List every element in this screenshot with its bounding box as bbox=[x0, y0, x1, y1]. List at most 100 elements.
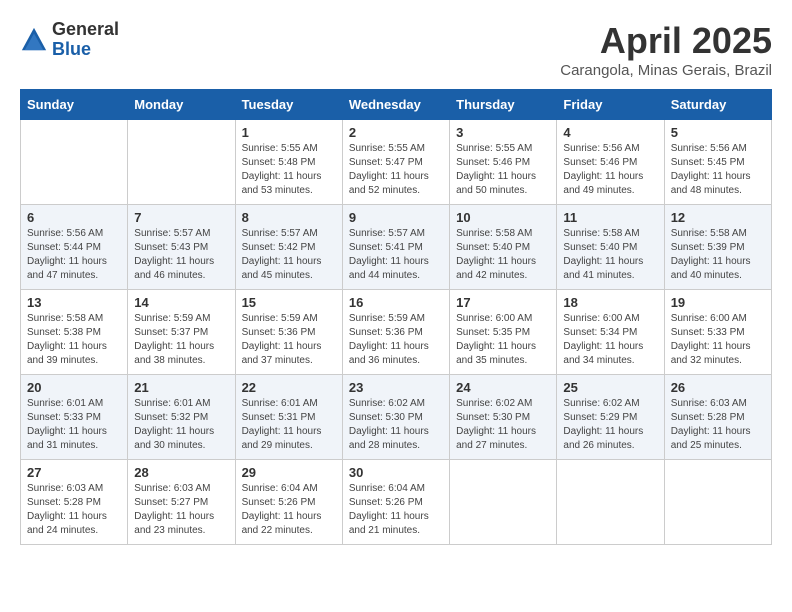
day-detail: Sunrise: 5:58 AM Sunset: 5:40 PM Dayligh… bbox=[456, 227, 551, 283]
calendar-cell: 10 Sunrise: 5:58 AM Sunset: 5:40 PM Dayli… bbox=[450, 205, 557, 290]
day-number: 13 bbox=[27, 295, 122, 310]
calendar-week-5: 27 Sunrise: 6:03 AM Sunset: 5:28 PM Dayli… bbox=[21, 460, 772, 545]
day-number: 25 bbox=[563, 380, 658, 395]
calendar-cell: 13 Sunrise: 5:58 AM Sunset: 5:38 PM Dayli… bbox=[21, 290, 128, 375]
day-detail: Sunrise: 5:56 AM Sunset: 5:44 PM Dayligh… bbox=[27, 227, 122, 283]
calendar-cell: 9 Sunrise: 5:57 AM Sunset: 5:41 PM Daylig… bbox=[342, 205, 449, 290]
day-detail: Sunrise: 5:55 AM Sunset: 5:46 PM Dayligh… bbox=[456, 142, 551, 198]
day-detail: Sunrise: 5:58 AM Sunset: 5:39 PM Dayligh… bbox=[671, 227, 766, 283]
day-number: 11 bbox=[563, 210, 658, 225]
day-detail: Sunrise: 6:00 AM Sunset: 5:34 PM Dayligh… bbox=[563, 312, 658, 368]
day-number: 17 bbox=[456, 295, 551, 310]
calendar-cell: 23Sunrise: 6:02 AM Sunset: 5:30 PM Dayli… bbox=[342, 375, 449, 460]
calendar-table: SundayMondayTuesdayWednesdayThursdayFrid… bbox=[20, 89, 772, 545]
day-detail: Sunrise: 6:02 AM Sunset: 5:30 PM Dayligh… bbox=[456, 397, 551, 453]
calendar-cell: 12 Sunrise: 5:58 AM Sunset: 5:39 PM Dayli… bbox=[664, 205, 771, 290]
calendar-week-3: 13 Sunrise: 5:58 AM Sunset: 5:38 PM Dayli… bbox=[21, 290, 772, 375]
calendar-cell: 3 Sunrise: 5:55 AM Sunset: 5:46 PM Daylig… bbox=[450, 120, 557, 205]
title-block: April 2025 Carangola, Minas Gerais, Braz… bbox=[560, 20, 772, 79]
calendar-week-2: 6 Sunrise: 5:56 AM Sunset: 5:44 PM Daylig… bbox=[21, 205, 772, 290]
header-tuesday: Tuesday bbox=[235, 90, 342, 120]
day-detail: Sunrise: 5:55 AM Sunset: 5:48 PM Dayligh… bbox=[242, 142, 337, 198]
day-number: 28 bbox=[134, 465, 229, 480]
day-detail: Sunrise: 6:00 AM Sunset: 5:33 PM Dayligh… bbox=[671, 312, 766, 368]
calendar-cell bbox=[557, 460, 664, 545]
calendar-cell: 28 Sunrise: 6:03 AM Sunset: 5:27 PM Dayli… bbox=[128, 460, 235, 545]
page-header: General Blue April 2025 Carangola, Minas… bbox=[20, 20, 772, 79]
day-detail: Sunrise: 5:57 AM Sunset: 5:41 PM Dayligh… bbox=[349, 227, 444, 283]
day-number: 27 bbox=[27, 465, 122, 480]
header-sunday: Sunday bbox=[21, 90, 128, 120]
day-number: 26 bbox=[671, 380, 766, 395]
calendar-cell: 1 Sunrise: 5:55 AM Sunset: 5:48 PM Daylig… bbox=[235, 120, 342, 205]
calendar-cell: 29Sunrise: 6:04 AM Sunset: 5:26 PM Dayli… bbox=[235, 460, 342, 545]
logo-text: General Blue bbox=[52, 20, 119, 60]
calendar-week-1: 1 Sunrise: 5:55 AM Sunset: 5:48 PM Daylig… bbox=[21, 120, 772, 205]
calendar-cell: 30Sunrise: 6:04 AM Sunset: 5:26 PM Dayli… bbox=[342, 460, 449, 545]
calendar-cell: 2Sunrise: 5:55 AM Sunset: 5:47 PM Daylig… bbox=[342, 120, 449, 205]
calendar-cell: 20Sunrise: 6:01 AM Sunset: 5:33 PM Dayli… bbox=[21, 375, 128, 460]
calendar-cell: 18 Sunrise: 6:00 AM Sunset: 5:34 PM Dayli… bbox=[557, 290, 664, 375]
calendar-cell: 25 Sunrise: 6:02 AM Sunset: 5:29 PM Dayli… bbox=[557, 375, 664, 460]
calendar-cell: 16 Sunrise: 5:59 AM Sunset: 5:36 PM Dayli… bbox=[342, 290, 449, 375]
calendar-cell: 4Sunrise: 5:56 AM Sunset: 5:46 PM Daylig… bbox=[557, 120, 664, 205]
calendar-header-row: SundayMondayTuesdayWednesdayThursdayFrid… bbox=[21, 90, 772, 120]
header-wednesday: Wednesday bbox=[342, 90, 449, 120]
day-number: 12 bbox=[671, 210, 766, 225]
day-number: 5 bbox=[671, 125, 766, 140]
calendar-cell: 24 Sunrise: 6:02 AM Sunset: 5:30 PM Dayli… bbox=[450, 375, 557, 460]
location-text: Carangola, Minas Gerais, Brazil bbox=[560, 62, 772, 79]
header-friday: Friday bbox=[557, 90, 664, 120]
day-detail: Sunrise: 6:01 AM Sunset: 5:32 PM Dayligh… bbox=[134, 397, 229, 453]
day-detail: Sunrise: 6:03 AM Sunset: 5:28 PM Dayligh… bbox=[671, 397, 766, 453]
day-detail: Sunrise: 6:03 AM Sunset: 5:28 PM Dayligh… bbox=[27, 482, 122, 538]
header-monday: Monday bbox=[128, 90, 235, 120]
calendar-cell bbox=[128, 120, 235, 205]
day-number: 24 bbox=[456, 380, 551, 395]
day-detail: Sunrise: 6:00 AM Sunset: 5:35 PM Dayligh… bbox=[456, 312, 551, 368]
day-detail: Sunrise: 5:58 AM Sunset: 5:40 PM Dayligh… bbox=[563, 227, 658, 283]
calendar-cell bbox=[450, 460, 557, 545]
day-number: 23 bbox=[349, 380, 444, 395]
calendar-cell: 26 Sunrise: 6:03 AM Sunset: 5:28 PM Dayli… bbox=[664, 375, 771, 460]
day-detail: Sunrise: 6:04 AM Sunset: 5:26 PM Dayligh… bbox=[349, 482, 444, 538]
calendar-cell: 5 Sunrise: 5:56 AM Sunset: 5:45 PM Daylig… bbox=[664, 120, 771, 205]
header-thursday: Thursday bbox=[450, 90, 557, 120]
day-number: 7 bbox=[134, 210, 229, 225]
day-detail: Sunrise: 6:03 AM Sunset: 5:27 PM Dayligh… bbox=[134, 482, 229, 538]
day-detail: Sunrise: 5:59 AM Sunset: 5:36 PM Dayligh… bbox=[242, 312, 337, 368]
day-number: 1 bbox=[242, 125, 337, 140]
day-detail: Sunrise: 5:57 AM Sunset: 5:43 PM Dayligh… bbox=[134, 227, 229, 283]
day-detail: Sunrise: 6:01 AM Sunset: 5:33 PM Dayligh… bbox=[27, 397, 122, 453]
day-number: 2 bbox=[349, 125, 444, 140]
day-number: 8 bbox=[242, 210, 337, 225]
day-detail: Sunrise: 5:56 AM Sunset: 5:45 PM Dayligh… bbox=[671, 142, 766, 198]
day-number: 16 bbox=[349, 295, 444, 310]
day-detail: Sunrise: 5:59 AM Sunset: 5:37 PM Dayligh… bbox=[134, 312, 229, 368]
calendar-cell: 17 Sunrise: 6:00 AM Sunset: 5:35 PM Dayli… bbox=[450, 290, 557, 375]
day-number: 29 bbox=[242, 465, 337, 480]
calendar-cell: 15 Sunrise: 5:59 AM Sunset: 5:36 PM Dayli… bbox=[235, 290, 342, 375]
calendar-cell: 14 Sunrise: 5:59 AM Sunset: 5:37 PM Dayli… bbox=[128, 290, 235, 375]
day-detail: Sunrise: 6:02 AM Sunset: 5:29 PM Dayligh… bbox=[563, 397, 658, 453]
calendar-cell: 11 Sunrise: 5:58 AM Sunset: 5:40 PM Dayli… bbox=[557, 205, 664, 290]
month-title: April 2025 bbox=[560, 20, 772, 62]
day-number: 21 bbox=[134, 380, 229, 395]
day-detail: Sunrise: 6:01 AM Sunset: 5:31 PM Dayligh… bbox=[242, 397, 337, 453]
calendar-cell: 21 Sunrise: 6:01 AM Sunset: 5:32 PM Dayli… bbox=[128, 375, 235, 460]
calendar-cell: 6 Sunrise: 5:56 AM Sunset: 5:44 PM Daylig… bbox=[21, 205, 128, 290]
day-number: 22 bbox=[242, 380, 337, 395]
day-number: 15 bbox=[242, 295, 337, 310]
day-detail: Sunrise: 5:58 AM Sunset: 5:38 PM Dayligh… bbox=[27, 312, 122, 368]
day-number: 10 bbox=[456, 210, 551, 225]
day-number: 6 bbox=[27, 210, 122, 225]
calendar-cell: 8Sunrise: 5:57 AM Sunset: 5:42 PM Daylig… bbox=[235, 205, 342, 290]
calendar-cell bbox=[21, 120, 128, 205]
day-number: 18 bbox=[563, 295, 658, 310]
day-number: 9 bbox=[349, 210, 444, 225]
day-detail: Sunrise: 5:59 AM Sunset: 5:36 PM Dayligh… bbox=[349, 312, 444, 368]
day-number: 14 bbox=[134, 295, 229, 310]
calendar-cell bbox=[664, 460, 771, 545]
day-number: 3 bbox=[456, 125, 551, 140]
day-number: 4 bbox=[563, 125, 658, 140]
